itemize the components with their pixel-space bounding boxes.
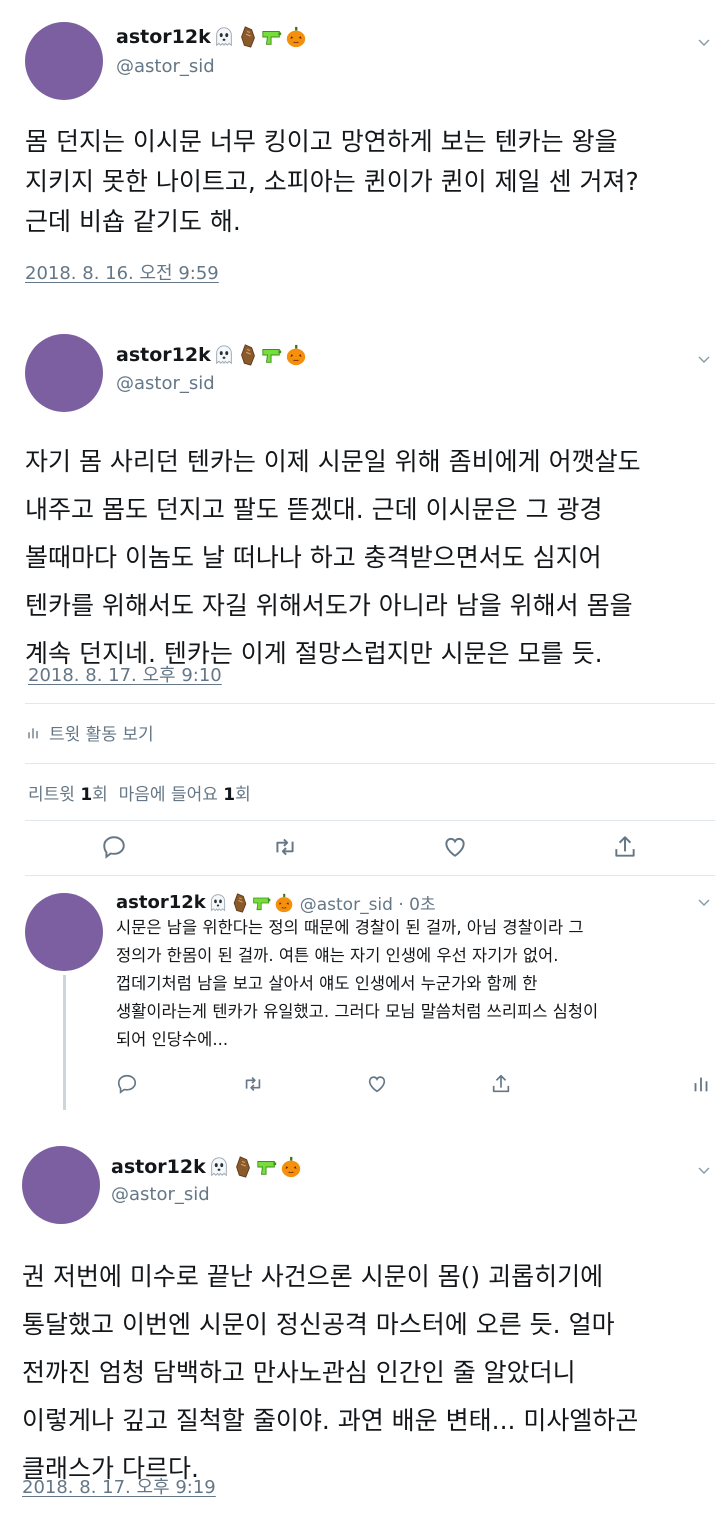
reply-text: 시문은 남을 위한다는 정의 때문에 경찰이 된 걸까, 아님 경찰이라 그 정… xyxy=(116,918,599,1049)
tweet-text: 몸 던지는 이시문 너무 킹이고 망연하게 보는 텐카는 왕을 지키지 못한 나… xyxy=(25,127,639,236)
jack-o-lantern-emoji-icon xyxy=(285,344,307,366)
author-name[interactable]: astor12k @astor_sid · 0초 xyxy=(116,890,436,915)
reply-meta: @astor_sid · 0초 xyxy=(299,895,436,915)
tweet-timestamp[interactable]: 2018. 8. 17. 오후 9:19 xyxy=(22,1473,216,1499)
tweet-text: 자기 몸 사리던 텐카는 이제 시문일 위해 좀비에게 어깻살도 내주고 몸도 … xyxy=(25,447,641,668)
chevron-down-icon[interactable] xyxy=(698,1165,710,1177)
water-pistol-emoji-icon xyxy=(261,26,283,48)
divider xyxy=(25,875,715,876)
author-name[interactable]: astor12k xyxy=(116,344,307,366)
tweet-activity-link[interactable]: 트윗 활동 보기 xyxy=(25,720,154,745)
jack-o-lantern-emoji-icon xyxy=(285,26,307,48)
chevron-down-icon[interactable] xyxy=(698,354,710,366)
share-icon[interactable] xyxy=(612,834,638,860)
analytics-icon[interactable] xyxy=(690,1073,712,1095)
reply-icon[interactable] xyxy=(101,834,127,860)
water-pistol-emoji-icon xyxy=(256,1156,278,1178)
retweet-icon[interactable] xyxy=(242,1073,264,1095)
tweet-stats[interactable]: 리트윗 1회 마음에 들어요 1회 xyxy=(28,780,251,805)
ghost-emoji-icon xyxy=(208,893,228,913)
bar-chart-icon xyxy=(25,725,41,741)
author-handle[interactable]: @astor_sid xyxy=(111,1184,210,1205)
author-handle[interactable]: @astor_sid xyxy=(116,56,215,77)
tweet-timestamp[interactable]: 2018. 8. 17. 오후 9:10 xyxy=(28,661,222,687)
jack-o-lantern-emoji-icon xyxy=(274,893,294,913)
coffin-emoji-icon xyxy=(237,26,259,48)
author-handle[interactable]: @astor_sid xyxy=(116,373,215,394)
ghost-emoji-icon xyxy=(213,344,235,366)
avatar[interactable] xyxy=(25,334,103,412)
ghost-emoji-icon xyxy=(213,26,235,48)
jack-o-lantern-emoji-icon xyxy=(280,1156,302,1178)
water-pistol-emoji-icon xyxy=(261,344,283,366)
avatar[interactable] xyxy=(22,1146,100,1224)
divider xyxy=(25,763,715,764)
reply-icon[interactable] xyxy=(116,1073,138,1095)
coffin-emoji-icon xyxy=(232,1156,254,1178)
divider xyxy=(25,703,715,704)
author-name[interactable]: astor12k xyxy=(111,1156,302,1178)
chevron-down-icon[interactable] xyxy=(698,37,710,49)
water-pistol-emoji-icon xyxy=(252,893,272,913)
share-icon[interactable] xyxy=(490,1073,512,1095)
retweet-icon[interactable] xyxy=(272,834,298,860)
avatar[interactable] xyxy=(25,893,103,971)
tweet-text: 권 저번에 미수로 끝난 사건으론 시문이 몸() 괴롭히기에 통달했고 이번엔… xyxy=(22,1262,639,1483)
coffin-emoji-icon xyxy=(237,344,259,366)
tweet-timestamp[interactable]: 2018. 8. 16. 오전 9:59 xyxy=(25,259,219,285)
thread-line xyxy=(63,975,66,1110)
like-icon[interactable] xyxy=(442,834,468,860)
divider xyxy=(25,820,715,821)
avatar[interactable] xyxy=(25,22,103,100)
coffin-emoji-icon xyxy=(230,893,250,913)
like-icon[interactable] xyxy=(366,1073,388,1095)
ghost-emoji-icon xyxy=(208,1156,230,1178)
author-name[interactable]: astor12k xyxy=(116,26,307,48)
chevron-down-icon[interactable] xyxy=(698,897,710,909)
